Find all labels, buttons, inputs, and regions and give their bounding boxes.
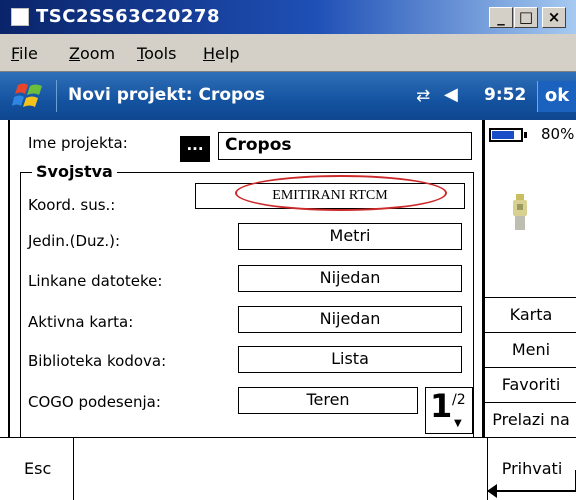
- maximize-button[interactable]: □: [514, 7, 538, 28]
- battery-percent: 80%: [541, 125, 575, 143]
- active-map-label: Aktivna karta:: [28, 313, 134, 331]
- switch-to-button[interactable]: Prelazi na: [485, 402, 576, 436]
- accept-button-label: Prihvati: [501, 459, 563, 478]
- sync-icon[interactable]: ⇄: [416, 86, 430, 106]
- page-down-icon: ▼: [454, 418, 462, 429]
- volume-icon[interactable]: ◀: [444, 84, 458, 105]
- battery-icon[interactable]: [489, 128, 527, 142]
- map-button[interactable]: Karta: [485, 297, 576, 331]
- active-map-field[interactable]: Nijedan: [238, 306, 462, 333]
- page-total: /2: [452, 392, 466, 408]
- favorites-button[interactable]: Favoriti: [485, 367, 576, 401]
- project-name-label: Ime projekta:: [28, 134, 128, 152]
- esc-button[interactable]: Esc: [12, 438, 74, 500]
- units-label: Jedin.(Duz.):: [28, 232, 121, 250]
- enter-arrow-icon: [487, 470, 576, 498]
- accept-button[interactable]: Prihvati: [487, 438, 576, 500]
- window-title: TSC2SS63C20278: [36, 6, 220, 27]
- units-field[interactable]: Metri: [238, 223, 462, 250]
- battery-fill: [492, 131, 514, 139]
- menu-button[interactable]: Meni: [485, 332, 576, 366]
- side-panel: 80% Karta Meni Favoriti Prelazi na: [484, 120, 576, 437]
- clock[interactable]: 9:52: [484, 85, 526, 105]
- menu-tools[interactable]: Tools: [137, 44, 176, 63]
- minimize-button[interactable]: _: [489, 7, 513, 28]
- coord-system-field[interactable]: EMITIRANI RTCM: [195, 183, 465, 209]
- project-name-input[interactable]: Cropos: [218, 132, 472, 160]
- softkey-bar: Esc Prihvati: [0, 437, 576, 500]
- window-title-bar: TSC2SS63C20278 _ □ ×: [0, 0, 576, 34]
- menu-file[interactable]: File: [11, 44, 38, 63]
- instrument-icon[interactable]: [509, 192, 531, 232]
- ok-button[interactable]: ok: [537, 81, 576, 112]
- status-bar: Novi projekt: Cropos ⇄ ◀ 9:52 ok: [0, 72, 576, 120]
- properties-group-title: Svojstva: [32, 162, 117, 181]
- menu-help[interactable]: Help: [203, 44, 239, 63]
- cogo-settings-label: COGO podesenja:: [28, 393, 161, 411]
- linked-files-field[interactable]: Nijedan: [238, 265, 462, 292]
- windows-start-icon[interactable]: [12, 81, 46, 111]
- coord-system-label: Koord. sus.:: [28, 196, 116, 214]
- battery-tip: [524, 132, 527, 138]
- close-button[interactable]: ×: [542, 7, 566, 28]
- menubar: File Zoom Tools Help: [0, 34, 576, 72]
- page-indicator[interactable]: 1 /2 ▼: [425, 387, 473, 434]
- menu-zoom[interactable]: Zoom: [69, 44, 115, 63]
- app-icon: [11, 8, 29, 26]
- screen-title: Novi projekt: Cropos: [68, 85, 265, 105]
- cogo-settings-field[interactable]: Teren: [238, 387, 418, 414]
- feature-library-label: Biblioteka kodova:: [28, 352, 167, 370]
- status-separator: [56, 80, 57, 112]
- feature-library-field[interactable]: Lista: [238, 346, 462, 373]
- linked-files-label: Linkane datoteke:: [28, 272, 163, 290]
- project-form: Ime projekta: ... Cropos Svojstva Koord.…: [8, 120, 484, 437]
- browse-button[interactable]: ...: [180, 136, 210, 162]
- page-current: 1: [430, 387, 453, 425]
